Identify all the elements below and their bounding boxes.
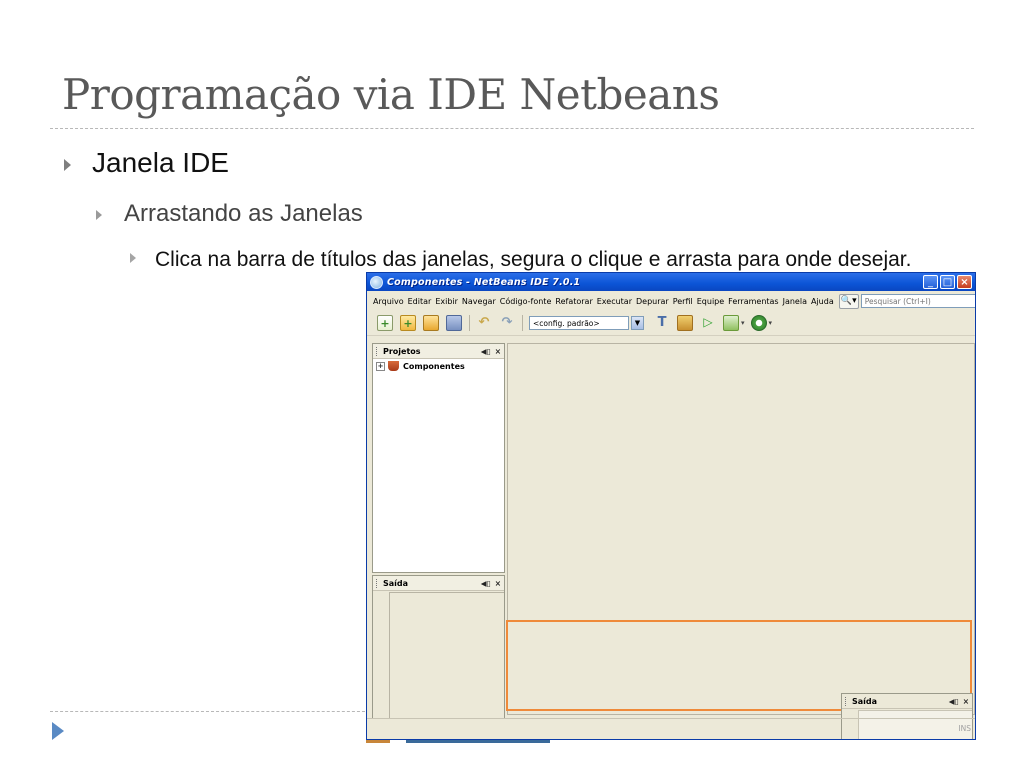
menu-janela[interactable]: Janela: [783, 297, 807, 306]
output-panel-title: Saída: [852, 696, 878, 706]
bullet-arrow-icon: [130, 253, 136, 263]
menu-exibir[interactable]: Exibir: [435, 297, 458, 306]
profile-icon[interactable]: [750, 315, 767, 331]
menu-navegar[interactable]: Navegar: [462, 297, 496, 306]
open-project-icon[interactable]: [423, 315, 439, 331]
menu-perfil[interactable]: Perfil: [673, 297, 693, 306]
close-panel-icon[interactable]: ×: [495, 579, 501, 588]
menu-ferramentas[interactable]: Ferramentas: [728, 297, 778, 306]
projects-panel-title: Projetos: [383, 346, 421, 356]
new-project-icon[interactable]: +: [400, 315, 416, 331]
projects-panel: Projetos ◀▯ × + Componentes: [372, 343, 505, 573]
main-toolbar: + + ↶ ↷ <config. padrão> ▼ T ▷ ▾ ▾: [367, 311, 975, 336]
drag-handle[interactable]: [376, 578, 380, 588]
redo-icon[interactable]: ↷: [499, 315, 515, 331]
menu-depurar[interactable]: Depurar: [636, 297, 669, 306]
menu-equipe[interactable]: Equipe: [697, 297, 724, 306]
menu-refatorar[interactable]: Refatorar: [555, 297, 592, 306]
new-file-icon[interactable]: +: [377, 315, 393, 331]
output-panel-title: Saída: [383, 578, 409, 588]
build-icon[interactable]: T: [654, 315, 670, 331]
output-panel: Saída ◀▯ ×: [372, 575, 505, 719]
minimize-panel-icon[interactable]: ◀▯: [481, 579, 491, 588]
netbeans-window: Componentes - NetBeans IDE 7.0.1 _ □ × A…: [366, 272, 976, 740]
projects-panel-header[interactable]: Projetos ◀▯ ×: [373, 344, 504, 359]
taskbar-fragment: [366, 740, 976, 768]
chevron-down-icon[interactable]: ▾: [769, 319, 773, 327]
window-title: Componentes - NetBeans IDE 7.0.1: [387, 276, 581, 288]
footer-divider: [50, 711, 370, 712]
search-icon[interactable]: 🔍▾: [838, 293, 859, 309]
toolbar-separator: [469, 315, 470, 331]
search-box: 🔍▾: [838, 293, 975, 309]
minimize-button[interactable]: _: [923, 275, 938, 289]
output-panel-body: [389, 592, 504, 718]
window-titlebar[interactable]: Componentes - NetBeans IDE 7.0.1 _ □ ×: [367, 273, 975, 291]
bullet-level-1: Janela IDE: [92, 147, 229, 178]
tree-node-componentes[interactable]: + Componentes: [376, 361, 504, 371]
search-input[interactable]: [860, 294, 975, 308]
clean-build-icon[interactable]: [677, 315, 693, 331]
menu-ajuda[interactable]: Ajuda: [811, 297, 834, 306]
output-panel-header[interactable]: Saída ◀▯ ×: [842, 694, 972, 709]
undo-icon[interactable]: ↶: [476, 315, 492, 331]
java-project-icon: [388, 361, 399, 371]
menu-bar: Arquivo Editar Exibir Navegar Código-fon…: [367, 291, 975, 311]
netbeans-app-icon: [370, 275, 383, 289]
close-panel-icon[interactable]: ×: [495, 347, 501, 356]
maximize-button[interactable]: □: [940, 275, 955, 289]
drag-handle[interactable]: [376, 346, 380, 356]
toolbar-separator: [522, 315, 523, 331]
minimize-panel-icon[interactable]: ◀▯: [481, 347, 491, 356]
bullet-arrow-icon: [64, 159, 71, 171]
debug-icon[interactable]: [723, 315, 739, 331]
bullet-arrow-icon: [96, 210, 102, 220]
footer-arrow-icon: [52, 722, 64, 740]
run-icon[interactable]: ▷: [700, 315, 716, 331]
menu-arquivo[interactable]: Arquivo: [373, 297, 404, 306]
output-panel-header[interactable]: Saída ◀▯ ×: [373, 576, 504, 591]
bullet-level-2: Arrastando as Janelas: [124, 200, 363, 227]
config-select[interactable]: <config. padrão>: [529, 316, 629, 330]
slide-title: Programação via IDE Netbeans: [62, 70, 720, 119]
chevron-down-icon[interactable]: ▾: [741, 319, 745, 327]
taskbar-item: [406, 740, 550, 743]
menu-executar[interactable]: Executar: [597, 297, 632, 306]
chevron-down-icon[interactable]: ▼: [631, 316, 644, 330]
title-divider: [50, 128, 974, 129]
expand-icon[interactable]: +: [376, 361, 385, 371]
tree-node-label: Componentes: [403, 361, 465, 371]
save-all-icon[interactable]: [446, 315, 462, 331]
taskbar-item: [366, 740, 390, 743]
menu-codigo-fonte[interactable]: Código-fonte: [500, 297, 552, 306]
minimize-panel-icon[interactable]: ◀▯: [949, 697, 959, 706]
menu-editar[interactable]: Editar: [408, 297, 432, 306]
drag-handle[interactable]: [845, 696, 849, 706]
status-bar: INS: [367, 718, 975, 739]
close-button[interactable]: ×: [957, 275, 972, 289]
close-panel-icon[interactable]: ×: [963, 697, 969, 706]
insert-mode-indicator: INS: [958, 724, 971, 733]
